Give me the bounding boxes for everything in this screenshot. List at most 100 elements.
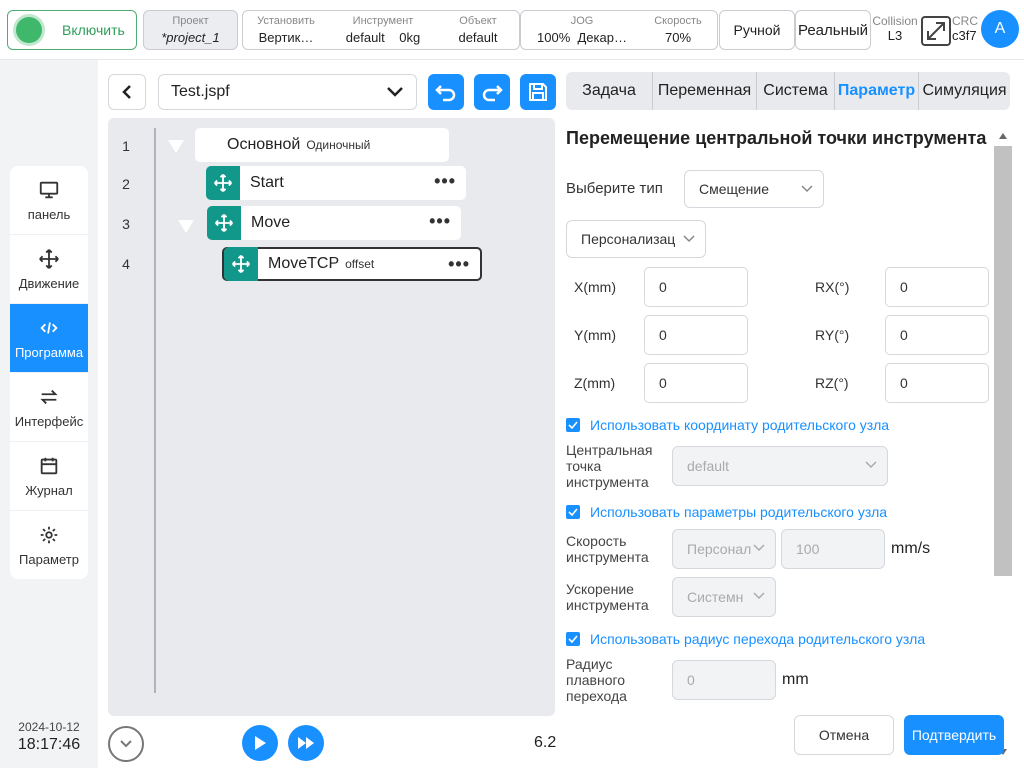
rz-label: RZ(°) — [815, 375, 849, 391]
chevron-down-icon — [120, 740, 132, 748]
nav-label-log: Журнал — [25, 482, 73, 498]
program-panel: Test.jspf 1 2 3 4 Основной Одиночный Sta… — [98, 60, 564, 768]
node-name: Move — [251, 214, 291, 231]
top-status-bar: Включить Проект *project_1 Установить Ве… — [0, 0, 1024, 60]
z-input[interactable] — [644, 363, 748, 403]
tcp-label-line: инструмента — [566, 474, 649, 490]
undo-button[interactable] — [428, 74, 464, 110]
nav-item-log[interactable]: Журнал — [10, 442, 88, 511]
tab-parameter[interactable]: Параметр — [835, 72, 919, 110]
use-parent-radius-checkbox[interactable]: Использовать радиус перехода родительско… — [566, 631, 925, 647]
nav-item-program[interactable]: Программа — [10, 304, 88, 373]
mode-select[interactable]: Персонализац — [566, 220, 706, 258]
blend-radius-label-line: перехода — [566, 688, 627, 704]
confirm-button[interactable]: Подтвердить — [904, 715, 1004, 755]
gear-icon — [40, 526, 58, 544]
chevron-left-icon — [122, 85, 131, 99]
nav-item-panel[interactable]: панель — [10, 166, 88, 235]
nav-label-settings: Параметр — [19, 552, 79, 567]
collapse-triangle-icon[interactable] — [178, 220, 194, 233]
enable-button[interactable]: Включить — [7, 10, 137, 50]
more-options-icon[interactable]: ••• — [429, 212, 451, 230]
tool-accel-label-line: инструмента — [566, 597, 649, 613]
use-parent-params-checkbox[interactable]: Использовать параметры родительского узл… — [566, 504, 887, 520]
tree-node-main[interactable]: Основной Одиночный — [195, 128, 449, 162]
blend-radius-label: Радиус плавного перехода — [566, 656, 627, 704]
nav-label-motion: Движение — [18, 275, 80, 291]
move-icon — [224, 247, 258, 281]
manual-mode-button[interactable]: Ручной — [719, 10, 795, 50]
blend-radius-label-line: Радиус — [566, 656, 613, 672]
cancel-button[interactable]: Отмена — [794, 715, 894, 755]
tool-key: Инструмент — [352, 15, 414, 27]
speed-key: Скорость — [654, 15, 702, 27]
nav-item-settings[interactable]: Параметр — [10, 511, 88, 579]
x-input[interactable] — [644, 267, 748, 307]
scroll-up-icon[interactable] — [998, 132, 1008, 140]
user-avatar[interactable]: A — [981, 10, 1019, 48]
move-icon — [39, 248, 59, 269]
tab-task[interactable]: Задача — [566, 72, 653, 110]
project-value: *project_1 — [161, 30, 220, 45]
play-button[interactable] — [242, 725, 278, 761]
tcp-label: Центральная точка инструмента — [566, 442, 652, 490]
use-parent-coord-checkbox[interactable]: Использовать координату родительского уз… — [566, 417, 889, 433]
form-title: Перемещение центральной точки инструмент… — [566, 128, 987, 148]
more-options-icon[interactable]: ••• — [448, 255, 470, 273]
ry-label: RY(°) — [815, 327, 850, 343]
type-select[interactable]: Смещение — [684, 170, 824, 208]
move-icon — [206, 166, 240, 200]
object-value: default — [458, 30, 498, 45]
nav-item-interface[interactable]: Интерфейс — [10, 373, 88, 442]
nav-item-motion[interactable]: Движение — [10, 235, 88, 304]
system-clock: 2024-10-12 18:17:46 — [0, 720, 98, 754]
fast-forward-button[interactable] — [288, 725, 324, 761]
tree-node-start[interactable]: Start ••• — [206, 166, 466, 200]
rx-input[interactable] — [885, 267, 989, 307]
jog-speed-info[interactable]: JOG 100% Декар… Скорость 70% — [520, 10, 718, 50]
save-button[interactable] — [520, 74, 556, 110]
jog-value: 100% Декар… — [527, 30, 637, 45]
collision-level[interactable]: Collision L3 — [872, 14, 918, 44]
tool-name: default — [345, 30, 385, 45]
tool-accel-label: Ускорение инструмента — [566, 581, 649, 613]
real-environment-button[interactable]: Реальный — [795, 10, 871, 50]
tool-accel-label-line: Ускорение — [566, 581, 634, 597]
more-options-icon[interactable]: ••• — [434, 172, 456, 190]
speed-unit: mm/s — [891, 540, 931, 557]
fullscreen-icon[interactable] — [921, 16, 951, 46]
jog-key: JOG — [570, 15, 594, 27]
back-button[interactable] — [108, 74, 146, 110]
tab-system[interactable]: Система — [757, 72, 835, 110]
collapse-triangle-icon[interactable] — [168, 140, 184, 153]
speed-mode-value: Персонал — [687, 541, 752, 557]
crc-indicator: CRC c3f7 — [952, 14, 982, 44]
step-down-button[interactable] — [108, 726, 144, 762]
tool-speed-label-line: Скорость — [566, 533, 627, 549]
ry-input[interactable] — [885, 315, 989, 355]
form-scrollbar[interactable] — [994, 130, 1012, 762]
rz-input[interactable] — [885, 363, 989, 403]
tree-node-movetcp[interactable]: MoveTCP offset ••• — [222, 247, 482, 281]
main-navigation: панель Движение Программа Интерфейс Журн… — [10, 166, 88, 579]
tab-simulation[interactable]: Симуляция — [919, 72, 1010, 110]
project-indicator[interactable]: Проект *project_1 — [143, 10, 238, 50]
nav-label-program: Программа — [14, 344, 84, 360]
y-input[interactable] — [644, 315, 748, 355]
redo-button[interactable] — [474, 74, 510, 110]
save-icon — [529, 83, 547, 101]
file-name: Test.jspf — [171, 83, 230, 100]
tab-variable[interactable]: Переменная — [653, 72, 757, 110]
movetcp-form: Перемещение центральной точки инструмент… — [566, 120, 994, 708]
tool-payload: 0kg — [399, 30, 421, 45]
tree-node-move[interactable]: Move ••• — [207, 206, 461, 240]
installation-info[interactable]: Установить Вертик… Инструмент default 0k… — [242, 10, 520, 50]
object-key: Объект — [459, 15, 497, 27]
scroll-thumb[interactable] — [994, 146, 1012, 576]
date-text: 2024-10-12 — [18, 720, 80, 734]
node-subtitle: offset — [345, 257, 375, 271]
chevron-down-icon — [683, 235, 695, 243]
run-controls: 6.2 — [98, 720, 564, 768]
node-name: Start — [250, 174, 284, 191]
program-file-select[interactable]: Test.jspf — [158, 74, 417, 110]
